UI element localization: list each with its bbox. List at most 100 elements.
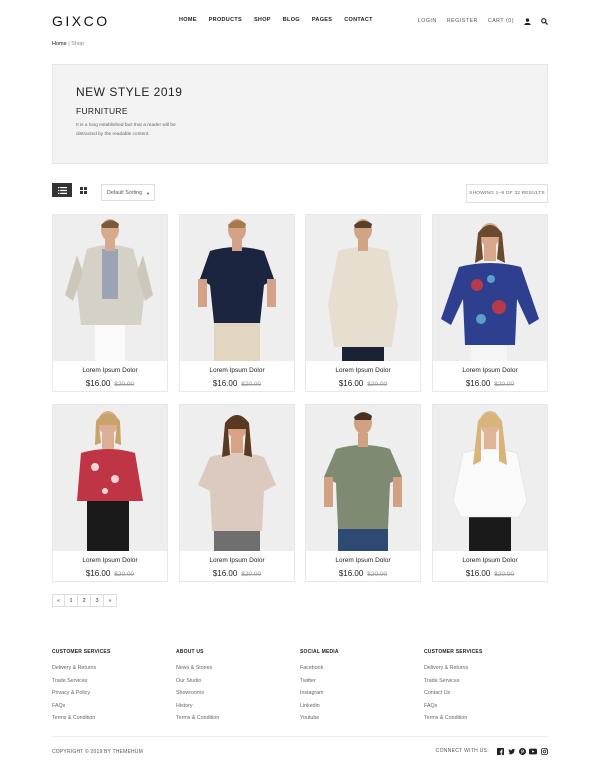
footer-link[interactable]: Youtube [300,715,420,721]
register-link[interactable]: REGISTER [447,18,478,24]
footer-link[interactable]: Facebook [300,665,420,671]
nav-shop[interactable]: SHOP [254,17,271,23]
nav-blog[interactable]: BLOG [283,17,300,23]
product-card[interactable]: Lorem Ipsum Dolor $16.00 $20.00 [305,214,421,392]
footer-link[interactable]: Terms & Condition [52,715,172,721]
chevron-down-icon: ▼ [146,191,150,196]
price-old: $20.00 [241,571,262,578]
price-current: $16.00 [465,379,491,388]
product-name[interactable]: Lorem Ipsum Dolor [433,367,547,374]
footer-link[interactable]: News & Stories [176,665,296,671]
main-nav: HOME PRODUCTS SHOP BLOG PAGES CONTACT [179,17,385,23]
nav-products[interactable]: PRODUCTS [209,17,242,23]
product-name[interactable]: Lorem Ipsum Dolor [53,557,167,564]
footer-link[interactable]: History [176,703,296,709]
price-current: $16.00 [212,379,238,388]
pagination: « 1 2 3 » [52,594,117,607]
user-icon[interactable] [523,17,531,25]
nav-pages[interactable]: PAGES [312,17,332,23]
price-old: $20.00 [494,571,515,578]
product-card[interactable]: Lorem Ipsum Dolor $16.00 $20.00 [432,404,548,582]
list-view-button[interactable] [52,183,72,197]
sort-select[interactable]: Default Sorting ▼ [101,184,155,201]
product-image[interactable] [433,405,547,551]
product-price: $16.00 $20.00 [53,569,167,578]
pinterest-icon[interactable] [518,747,526,755]
nav-home[interactable]: HOME [179,17,197,23]
product-name[interactable]: Lorem Ipsum Dolor [180,367,294,374]
footer-column-customer-services-2: CUSTOMER SERVICES Delivery & Returns Tra… [424,649,544,728]
product-name[interactable]: Lorem Ipsum Dolor [306,367,420,374]
pagination-prev[interactable]: « [52,594,65,607]
product-name[interactable]: Lorem Ipsum Dolor [433,557,547,564]
footer-link[interactable]: Contact Us [424,690,544,696]
account-nav: LOGIN REGISTER CART (0) [408,17,548,25]
cart-link[interactable]: CART (0) [488,18,514,24]
facebook-icon[interactable] [496,747,504,755]
twitter-icon[interactable] [507,747,515,755]
product-card[interactable]: Lorem Ipsum Dolor $16.00 $20.00 [179,214,295,392]
social-links: CONNECT WITH US: [436,747,548,755]
footer-link[interactable]: Delivery & Returns [52,665,172,671]
footer-link[interactable]: FAQs [424,703,544,709]
product-image[interactable] [53,215,167,361]
price-old: $20.00 [367,381,388,388]
product-name[interactable]: Lorem Ipsum Dolor [53,367,167,374]
search-icon[interactable] [540,17,548,25]
price-current: $16.00 [212,569,238,578]
product-card[interactable]: Lorem Ipsum Dolor $16.00 $20.00 [52,404,168,582]
product-price: $16.00 $20.00 [53,379,167,388]
product-image[interactable] [306,215,420,361]
product-name[interactable]: Lorem Ipsum Dolor [180,557,294,564]
breadcrumb: Home | Shop [52,41,84,47]
pagination-next[interactable]: » [104,594,117,607]
instagram-icon[interactable] [540,747,548,755]
footer-link[interactable]: Terms & Condition [176,715,296,721]
grid-icon [79,186,87,194]
product-card[interactable]: Lorem Ipsum Dolor $16.00 $20.00 [179,404,295,582]
pagination-page-1[interactable]: 1 [65,594,78,607]
product-image[interactable] [180,405,294,551]
footer-link[interactable]: Privacy & Policy [52,690,172,696]
footer-link[interactable]: Trade Services [52,678,172,684]
product-card[interactable]: Lorem Ipsum Dolor $16.00 $20.00 [432,214,548,392]
product-name[interactable]: Lorem Ipsum Dolor [306,557,420,564]
product-card[interactable]: Lorem Ipsum Dolor $16.00 $20.00 [52,214,168,392]
grid-view-button[interactable] [73,183,93,197]
sort-select-value: Default Sorting [107,190,143,196]
breadcrumb-separator: | [68,41,70,47]
footer-column-about-us: ABOUT US News & Stories Our Studio Showr… [176,649,296,728]
price-current: $16.00 [338,379,364,388]
footer-link[interactable]: Our Studio [176,678,296,684]
price-old: $20.00 [367,571,388,578]
price-old: $20.00 [114,381,135,388]
price-current: $16.00 [338,569,364,578]
footer-link[interactable]: Trade Services [424,678,544,684]
footer-column-social-media: SOCIAL MEDIA Facebook Twitter Instagram … [300,649,420,728]
footer-link[interactable]: Terms & Condition [424,715,544,721]
product-image[interactable] [180,215,294,361]
login-link[interactable]: LOGIN [418,18,437,24]
nav-contact[interactable]: CONTACT [344,17,373,23]
breadcrumb-home[interactable]: Home [52,41,67,47]
product-card[interactable]: Lorem Ipsum Dolor $16.00 $20.00 [305,404,421,582]
banner-subtitle: FURNITURE [76,106,128,116]
footer-link[interactable]: Instagram [300,690,420,696]
pagination-page-3[interactable]: 3 [91,594,104,607]
product-image[interactable] [433,215,547,361]
footer-link[interactable]: Delivery & Returns [424,665,544,671]
product-image[interactable] [306,405,420,551]
pagination-page-2[interactable]: 2 [78,594,91,607]
price-old: $20.00 [114,571,135,578]
product-price: $16.00 $20.00 [433,379,547,388]
footer-column-customer-services: CUSTOMER SERVICES Delivery & Returns Tra… [52,649,172,728]
product-image[interactable] [53,405,167,551]
product-price: $16.00 $20.00 [306,379,420,388]
footer-link[interactable]: Showrooms [176,690,296,696]
footer-link[interactable]: FAQs [52,703,172,709]
connect-label: CONNECT WITH US: [435,748,489,754]
logo[interactable]: GIXCO [52,13,110,29]
footer-link[interactable]: Linkedin [300,703,420,709]
youtube-icon[interactable] [529,747,537,755]
footer-link[interactable]: Twitter [300,678,420,684]
